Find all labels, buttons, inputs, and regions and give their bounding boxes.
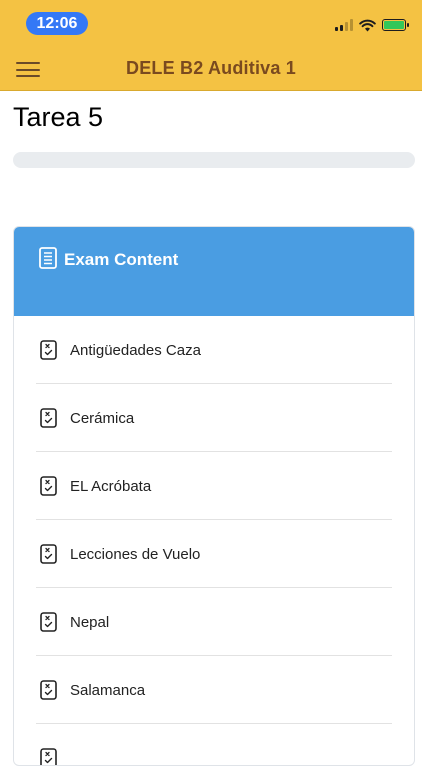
progress-bar xyxy=(13,152,415,168)
status-time: 12:06 xyxy=(26,12,88,35)
list-item[interactable]: Salamanca xyxy=(36,656,392,724)
exam-item-list: Antigüedades Caza Cerámica EL Acróbata Lecc… xyxy=(14,316,414,765)
list-item-label: Lecciones de Vuelo xyxy=(70,546,201,563)
page-title: Tarea 5 xyxy=(13,102,104,132)
quiz-icon xyxy=(40,748,57,765)
quiz-icon xyxy=(40,680,57,705)
document-icon xyxy=(39,247,57,269)
list-item[interactable] xyxy=(36,724,392,765)
list-item[interactable]: EL Acróbata xyxy=(36,452,392,520)
quiz-icon xyxy=(40,544,57,569)
list-item-label: Nepal xyxy=(70,614,110,631)
status-icons xyxy=(335,18,409,32)
quiz-icon xyxy=(40,340,57,365)
list-item[interactable]: Nepal xyxy=(36,588,392,656)
list-item[interactable]: Antigüedades Caza xyxy=(36,316,392,384)
list-item-label: Salamanca xyxy=(70,682,146,699)
list-item[interactable]: Lecciones de Vuelo xyxy=(36,520,392,588)
exam-content-header: Exam Content xyxy=(14,227,414,316)
app-header: 12:06 DELE B2 Auditiva 1 xyxy=(0,0,422,91)
battery-icon xyxy=(382,19,409,31)
quiz-icon xyxy=(40,612,57,637)
list-item-label: Cerámica xyxy=(70,410,135,427)
exam-content-card: Exam Content Antigüedades Caza Cerámica EL… xyxy=(13,226,415,766)
wifi-icon xyxy=(359,19,376,31)
list-item[interactable]: Cerámica xyxy=(36,384,392,452)
list-item-label: EL Acróbata xyxy=(70,478,152,495)
exam-content-title: Exam Content xyxy=(64,250,179,269)
cellular-signal-icon xyxy=(335,19,353,31)
quiz-icon xyxy=(40,408,57,433)
quiz-icon xyxy=(40,476,57,501)
nav-title: DELE B2 Auditiva 1 xyxy=(126,58,296,78)
status-bar: 12:06 xyxy=(0,0,422,44)
list-item-label: Antigüedades Caza xyxy=(70,342,201,359)
